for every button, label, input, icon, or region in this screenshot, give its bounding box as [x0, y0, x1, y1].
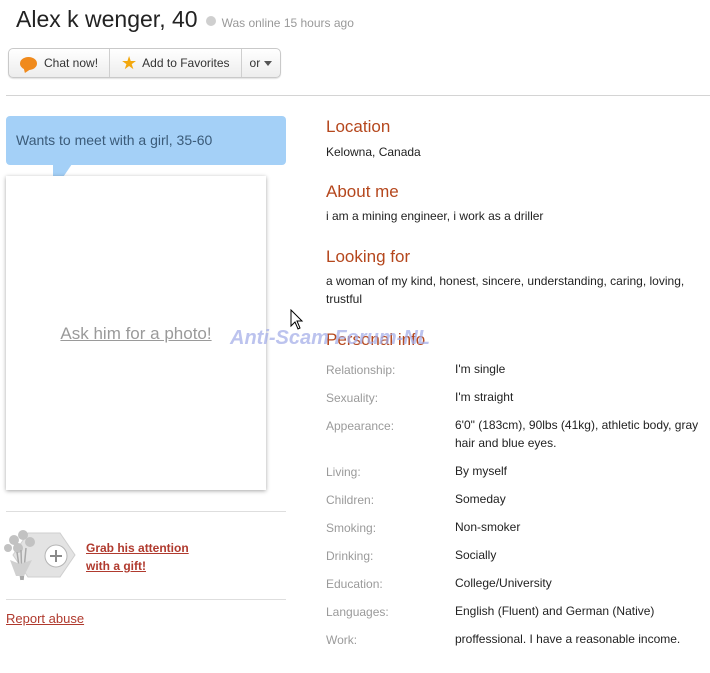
add-to-favorites-button[interactable]: ★ Add to Favorites [110, 49, 242, 77]
wants-to-meet-bubble: Wants to meet with a girl, 35-60 [6, 116, 286, 165]
drinking-label: Drinking: [326, 549, 374, 563]
star-icon: ★ [121, 53, 138, 73]
education-label: Education: [326, 577, 383, 591]
report-divider [6, 599, 286, 600]
about-me-text: i am a mining engineer, i work as a dril… [326, 209, 544, 223]
photo-placeholder: Ask him for a photo! [6, 176, 266, 490]
online-status: Was online 15 hours ago [221, 16, 354, 30]
chevron-down-icon [264, 60, 273, 66]
looking-for-heading: Looking for [326, 247, 411, 266]
gift-link-line1: Grab his attention [86, 541, 189, 555]
action-button-group: Chat now! ★ Add to Favorites or [8, 48, 282, 78]
smoking-value: Non-smoker [455, 520, 521, 534]
relationship-value: I'm single [455, 362, 506, 376]
relationship-label: Relationship: [326, 363, 396, 377]
chat-now-button[interactable]: Chat now! [9, 49, 111, 77]
profile-header: Alex k wenger, 40 Was online 15 hours ag… [16, 6, 354, 33]
languages-value: English (Fluent) and German (Native) [455, 604, 655, 618]
location-heading: Location [326, 117, 391, 136]
report-abuse-link[interactable]: Report abuse [6, 611, 84, 626]
personal-info-heading: Personal info [326, 330, 426, 349]
gift-link[interactable]: Grab his attention with a gift! [86, 539, 189, 575]
drinking-value: Socially [455, 548, 497, 562]
gift-flowers-icon[interactable] [0, 526, 78, 584]
children-label: Children: [326, 493, 375, 507]
sexuality-label: Sexuality: [326, 391, 379, 405]
children-value: Someday [455, 492, 506, 506]
header-divider [6, 95, 710, 96]
living-label: Living: [326, 465, 361, 479]
add-to-favorites-label: Add to Favorites [142, 56, 230, 70]
gift-link-line2: with a gift! [86, 559, 146, 573]
profile-name: Alex k wenger, 40 [16, 6, 198, 32]
education-value: College/University [455, 576, 552, 590]
smoking-label: Smoking: [326, 521, 377, 535]
languages-label: Languages: [326, 605, 389, 619]
about-me-heading: About me [326, 182, 399, 201]
appearance-value: 6'0" (183cm), 90lbs (41kg), athletic bod… [455, 418, 699, 450]
mouse-cursor-icon [290, 309, 304, 330]
ask-for-photo-link[interactable]: Ask him for a photo! [6, 324, 266, 344]
appearance-label: Appearance: [326, 419, 395, 433]
looking-for-text: a woman of my kind, honest, sincere, und… [326, 274, 685, 306]
more-actions-dropdown[interactable]: or [242, 49, 281, 77]
more-actions-label: or [249, 56, 261, 70]
gift-top-divider [6, 511, 286, 512]
online-status-dot-icon [205, 16, 216, 26]
sexuality-value: I'm straight [455, 390, 514, 404]
chat-bubble-icon [20, 56, 37, 70]
work-value: proffessional. I have a reasonable incom… [455, 632, 681, 646]
location-text: Kelowna, Canada [326, 145, 421, 159]
living-value: By myself [455, 464, 508, 478]
chat-now-label: Chat now! [44, 56, 99, 70]
work-label: Work: [326, 633, 358, 647]
